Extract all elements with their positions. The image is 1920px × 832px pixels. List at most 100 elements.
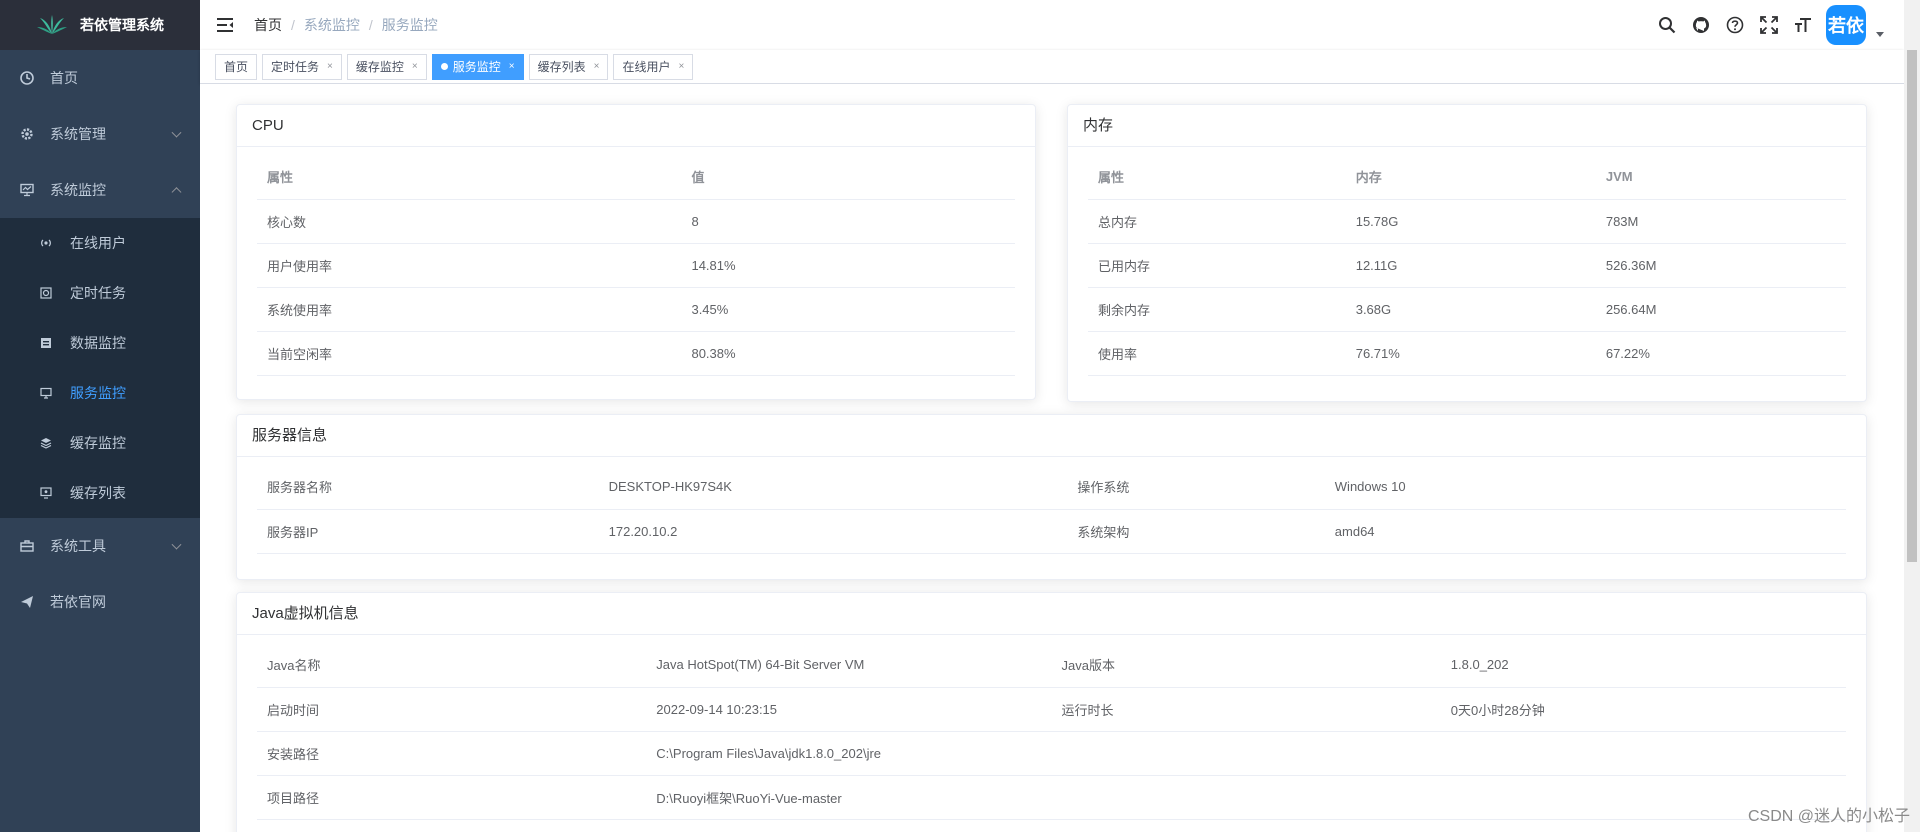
sidebar-item-job[interactable]: 定时任务 (0, 268, 200, 318)
guide-icon (20, 595, 36, 609)
close-icon[interactable]: × (327, 55, 333, 79)
sidebar-item-label: 若依官网 (50, 594, 106, 610)
sidebar-item-cache[interactable]: 缓存监控 (0, 418, 200, 468)
table-row: 系统使用率 3.45% (257, 287, 1015, 332)
app-title: 若依管理系统 (80, 17, 164, 33)
table-cell: amd64 (1324, 509, 1846, 554)
memory-card: 内存 属性 内存 JVM 总内存 15.78G 783M 已用内存 12.11G… (1067, 104, 1867, 402)
monitor-icon (20, 183, 36, 197)
table-cell: 15.78G (1345, 199, 1596, 244)
chevron-up-icon (171, 187, 182, 198)
breadcrumb: 首页 / 系统监控 / 服务监控 (254, 15, 438, 35)
table-cell: 8 (681, 199, 1015, 244)
dashboard-icon (20, 71, 36, 85)
table-header-row: 属性 内存 JVM (1088, 155, 1846, 200)
breadcrumb-item-home[interactable]: 首页 (254, 15, 282, 35)
table-cell: 服务器名称 (257, 465, 599, 510)
breadcrumb-separator: / (368, 17, 373, 33)
close-icon[interactable]: × (509, 55, 515, 79)
tag-cache[interactable]: 缓存监控 × (346, 53, 427, 80)
watermark: CSDN @迷人的小松子 (1747, 808, 1910, 825)
table-row: 启动时间 2022-09-14 10:23:15 运行时长 0天0小时28分钟 (257, 687, 1846, 732)
memory-card-title: 内存 (1068, 105, 1866, 147)
server-info-card: 服务器信息 服务器名称 DESKTOP-HK97S4K 操作系统 Windows… (236, 414, 1867, 580)
fullscreen-icon[interactable] (1758, 14, 1780, 36)
table-row: 剩余内存 3.68G 256.64M (1088, 287, 1846, 332)
sidebar-item-home[interactable]: 首页 (0, 50, 200, 106)
github-icon[interactable] (1690, 14, 1712, 36)
hamburger-icon[interactable] (216, 15, 236, 35)
table-cell: 3.68G (1345, 287, 1596, 332)
sidebar-item-label: 数据监控 (70, 335, 126, 351)
tag-home[interactable]: 首页 (215, 53, 258, 80)
sidebar-item-cache-list[interactable]: 缓存列表 (0, 468, 200, 518)
avatar[interactable]: 若依 (1826, 5, 1866, 45)
cpu-card-title: CPU (237, 105, 1035, 147)
table-cell: 14.81% (681, 243, 1015, 288)
sidebar-item-label: 在线用户 (70, 235, 126, 251)
table-cell: 3.45% (681, 287, 1015, 332)
chevron-down-icon (171, 539, 182, 550)
table-cell: 剩余内存 (1088, 287, 1346, 332)
close-icon[interactable]: × (678, 55, 684, 79)
submenu-monitor: 在线用户 定时任务 数据监控 服务监控 缓存监控 缓存列表 (0, 218, 200, 518)
sidebar-item-label: 缓存监控 (70, 435, 126, 451)
table-cell: Java名称 (257, 643, 647, 688)
table-cell: 核心数 (257, 199, 682, 244)
table-cell: 1.8.0_202 (1440, 643, 1846, 688)
close-icon[interactable]: × (412, 55, 418, 79)
active-dot-icon (440, 63, 448, 70)
logo-icon (37, 15, 67, 34)
tag-label: 在线用户 (622, 59, 671, 74)
sidebar-item-server[interactable]: 服务监控 (0, 368, 200, 418)
tag-online[interactable]: 在线用户 × (613, 53, 694, 80)
table-header-cell: 属性 (1088, 155, 1346, 200)
table-cell: 总内存 (1088, 199, 1346, 244)
table-row: 核心数 8 (257, 199, 1015, 244)
sidebar-item-label: 系统监控 (50, 182, 106, 198)
table-cell: 0天0小时28分钟 (1440, 687, 1846, 732)
sidebar-item-label: 服务监控 (70, 385, 126, 401)
table-cell: Java HotSpot(TM) 64-Bit Server VM (646, 643, 1052, 688)
sidebar-item-tool[interactable]: 系统工具 (0, 518, 200, 574)
logo[interactable]: 若依管理系统 (0, 0, 200, 50)
tag-label: 定时任务 (271, 59, 320, 74)
table-header-cell: JVM (1595, 155, 1846, 200)
redis-list-icon (40, 487, 54, 499)
jvm-info-card: Java虚拟机信息 Java名称 Java HotSpot(TM) 64-Bit… (236, 592, 1867, 832)
caret-down-icon[interactable] (1876, 31, 1884, 37)
sidebar-item-druid[interactable]: 数据监控 (0, 318, 200, 368)
table-row: Java名称 Java HotSpot(TM) 64-Bit Server VM… (257, 643, 1846, 688)
main-content: CPU 属性 值 核心数 8 用户使用率 14.81% 系统使用率 3.45% (200, 84, 1904, 832)
close-icon[interactable]: × (594, 55, 600, 79)
sidebar-item-monitor[interactable]: 系统监控 (0, 162, 200, 218)
tag-label: 缓存监控 (355, 59, 404, 74)
question-icon[interactable] (1724, 14, 1746, 36)
table-row: 总内存 15.78G 783M (1088, 199, 1846, 244)
table-cell: 172.20.10.2 (598, 509, 1068, 554)
sidebar-item-online[interactable]: 在线用户 (0, 218, 200, 268)
breadcrumb-item-server: 服务监控 (381, 17, 438, 33)
sidebar-item-website[interactable]: 若依官网 (0, 574, 200, 630)
tag-cache-list[interactable]: 缓存列表 × (528, 53, 609, 80)
table-cell: 256.64M (1595, 287, 1846, 332)
cpu-card: CPU 属性 值 核心数 8 用户使用率 14.81% 系统使用率 3.45% (236, 104, 1036, 400)
tag-label: 首页 (224, 59, 249, 74)
tag-server[interactable]: 服务监控 × (431, 53, 524, 80)
sidebar-item-label: 首页 (50, 70, 78, 86)
page-scrollbar[interactable] (1904, 0, 1920, 832)
breadcrumb-separator: / (291, 17, 295, 33)
tag-job[interactable]: 定时任务 × (262, 53, 342, 80)
navbar: 首页 / 系统监控 / 服务监控 若依 (200, 0, 1904, 50)
search-icon[interactable] (1656, 14, 1678, 36)
table-cell: 项目路径 (257, 775, 647, 820)
table-cell: 67.22% (1595, 331, 1846, 376)
server-icon (40, 387, 54, 399)
table-cell: 526.36M (1595, 243, 1846, 288)
scrollbar-thumb[interactable] (1907, 50, 1917, 562)
sidebar-item-system[interactable]: 系统管理 (0, 106, 200, 162)
font-size-icon[interactable] (1792, 14, 1814, 36)
table-cell: 服务器IP (257, 509, 599, 554)
table-cell: 系统架构 (1067, 509, 1325, 554)
table-row: 当前空闲率 80.38% (257, 331, 1015, 376)
